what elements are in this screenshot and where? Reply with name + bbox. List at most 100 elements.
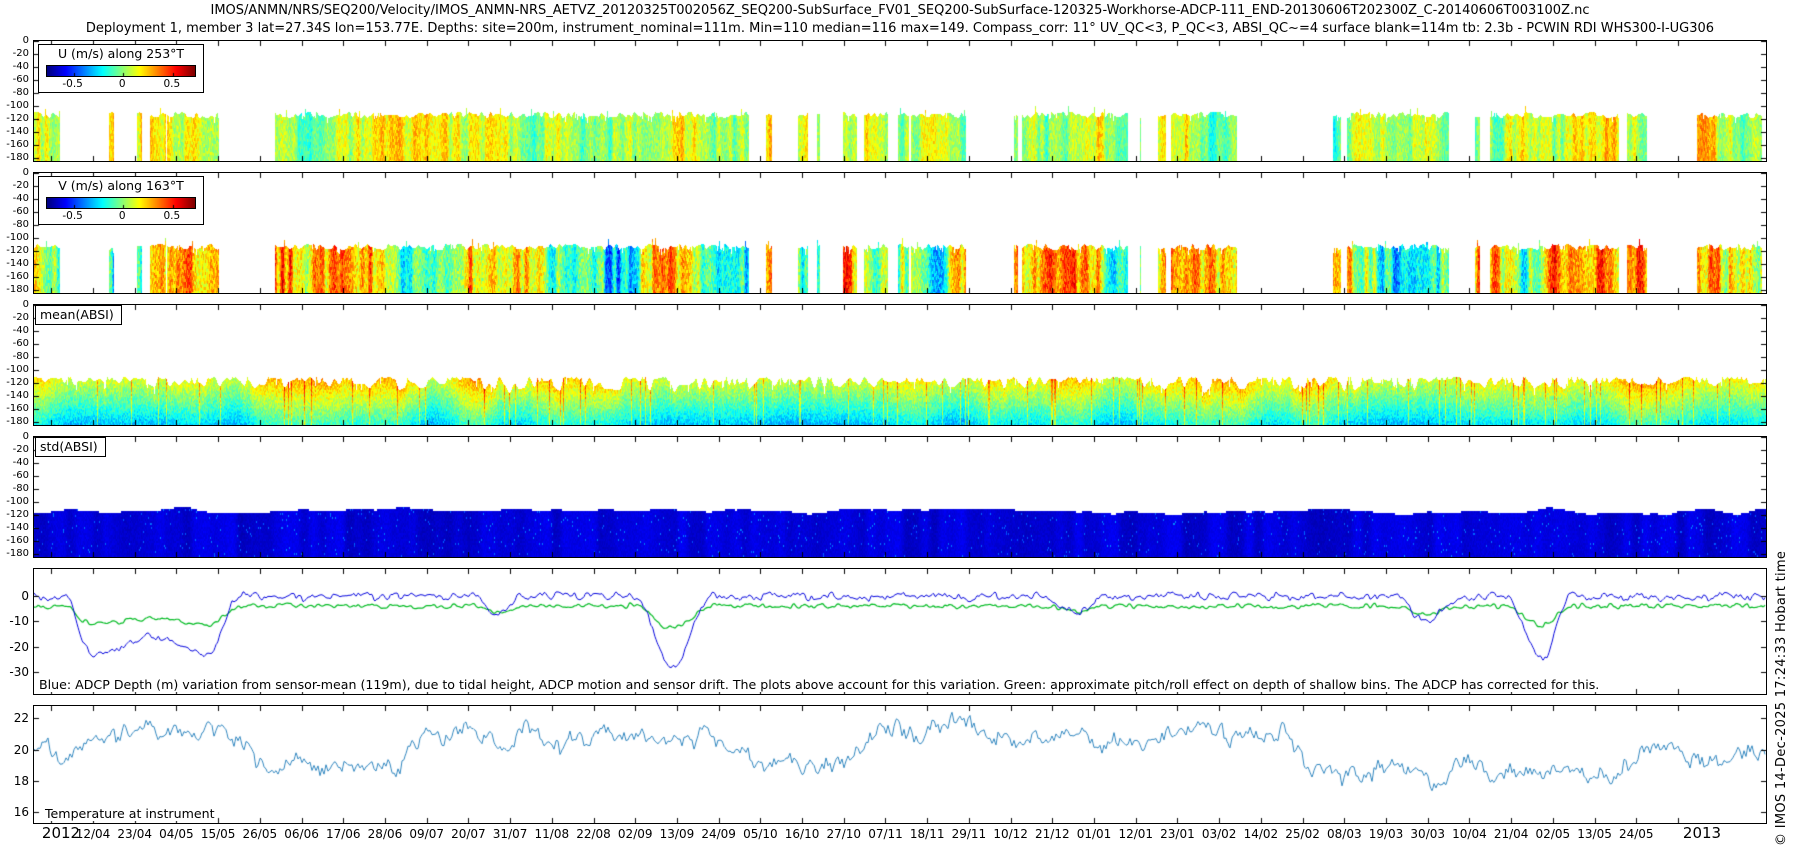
- std-absi-heatmap-canvas: [34, 437, 1766, 557]
- colorbar-tick-label: 0.5: [163, 78, 180, 90]
- x-date-label: 08/03: [1327, 827, 1362, 841]
- colorbar-tick-label: 0.5: [163, 210, 180, 222]
- y-tick-label: -10: [9, 616, 29, 626]
- y-tick-label: -180: [6, 153, 29, 163]
- x-date-label: 20/07: [451, 827, 486, 841]
- figure-title-line1: IMOS/ANMN/NRS/SEQ200/Velocity/IMOS_ANMN-…: [0, 3, 1800, 18]
- u-velocity-heatmap-canvas: [34, 41, 1766, 161]
- y-tick-label: -60: [13, 471, 29, 481]
- figure-subtitle-line2: Deployment 1, member 3 lat=27.34S lon=15…: [0, 21, 1800, 36]
- colorbar-tick-label: 0: [119, 78, 126, 90]
- colorbar-tick-label: -0.5: [62, 78, 83, 90]
- y-tick-label: 0: [21, 591, 29, 601]
- x-date-label: 19/03: [1369, 827, 1404, 841]
- y-tick-label: 0: [23, 36, 29, 46]
- x-date-label: 04/05: [159, 827, 194, 841]
- y-tick-label: 0: [23, 432, 29, 442]
- y-tick-label: -120: [6, 510, 29, 520]
- temperature-label: Temperature at instrument: [45, 806, 215, 821]
- x-date-label: 22/08: [576, 827, 611, 841]
- y-tick-label: -140: [6, 127, 29, 137]
- y-tick-label: -120: [6, 378, 29, 388]
- x-date-label: 13/09: [660, 827, 695, 841]
- x-date-label: 13/05: [1577, 827, 1612, 841]
- u-colorbar-tick-labels: -0.5 0 0.5: [46, 78, 194, 90]
- panel-mean-absi: mean(ABSI): [33, 304, 1767, 426]
- y-axis-label-column: 22201816: [0, 705, 31, 822]
- y-tick-label: -80: [13, 88, 29, 98]
- y-axis-label-column: 0-20-40-60-80-100-120-140-160-180: [0, 40, 31, 160]
- panel-std-absi: std(ABSI): [33, 436, 1767, 558]
- x-date-label: 30/03: [1410, 827, 1445, 841]
- y-tick-label: -60: [13, 207, 29, 217]
- copyright-watermark: © IMOS 14-Dec-2025 17:24:33 Hobart time: [1774, 551, 1789, 846]
- adcp-depth-caption: Blue: ADCP Depth (m) variation from sens…: [39, 677, 1599, 692]
- y-tick-label: -180: [6, 285, 29, 295]
- y-tick-label: -40: [13, 194, 29, 204]
- y-axis-label-column: 0-20-40-60-80-100-120-140-160-180: [0, 172, 31, 292]
- y-tick-label: -160: [6, 536, 29, 546]
- v-legend-title: V (m/s) along 163°T: [39, 178, 203, 193]
- x-date-label: 23/01: [1160, 827, 1195, 841]
- u-colorbar: [46, 65, 196, 77]
- x-date-label: 06/06: [284, 827, 319, 841]
- x-date-label: 12/04: [76, 827, 111, 841]
- y-tick-label: -120: [6, 114, 29, 124]
- x-date-label: 01/01: [1077, 827, 1112, 841]
- y-tick-label: -20: [13, 313, 29, 323]
- x-date-label: 12/01: [1118, 827, 1153, 841]
- mean-absi-heatmap-canvas: [34, 305, 1766, 425]
- y-tick-label: -160: [6, 404, 29, 414]
- panel-adcp-depth-variation: Blue: ADCP Depth (m) variation from sens…: [33, 568, 1767, 695]
- mean-absi-label: mean(ABSI): [35, 305, 122, 325]
- year-label-end: 2013: [1683, 824, 1721, 842]
- y-tick-label: -30: [9, 667, 29, 677]
- y-tick-label: -180: [6, 549, 29, 559]
- x-date-label: 15/05: [201, 827, 236, 841]
- y-tick-label: -180: [6, 417, 29, 427]
- x-date-label: 07/11: [868, 827, 903, 841]
- x-date-label: 24/05: [1619, 827, 1654, 841]
- y-tick-label: 0: [23, 300, 29, 310]
- x-date-label: 24/09: [701, 827, 736, 841]
- figure-root: IMOS/ANMN/NRS/SEQ200/Velocity/IMOS_ANMN-…: [0, 0, 1800, 850]
- y-axis-label-column: 0-20-40-60-80-100-120-140-160-180: [0, 436, 31, 556]
- u-legend-title: U (m/s) along 253°T: [39, 46, 203, 61]
- std-absi-label: std(ABSI): [35, 437, 106, 457]
- y-tick-label: 22: [14, 713, 29, 723]
- y-tick-label: -80: [13, 220, 29, 230]
- y-tick-label: -140: [6, 523, 29, 533]
- y-tick-label: 18: [14, 776, 29, 786]
- y-tick-label: -100: [6, 365, 29, 375]
- y-tick-label: -100: [6, 101, 29, 111]
- panel-temperature: Temperature at instrument: [33, 705, 1767, 824]
- panel-v-velocity: V (m/s) along 163°T -0.5 0 0.5: [33, 172, 1767, 294]
- year-label-start: 2012: [42, 824, 80, 842]
- u-colorbar-legend: U (m/s) along 253°T -0.5 0 0.5: [38, 44, 204, 93]
- y-tick-label: 0: [23, 168, 29, 178]
- y-tick-label: -20: [9, 642, 29, 652]
- v-colorbar: [46, 197, 196, 209]
- y-tick-label: -120: [6, 246, 29, 256]
- y-tick-label: -20: [13, 49, 29, 59]
- panel-u-velocity: U (m/s) along 253°T -0.5 0 0.5: [33, 40, 1767, 162]
- x-date-label: 18/11: [910, 827, 945, 841]
- adcp-depth-lines-canvas: [34, 569, 1766, 694]
- x-date-label: 05/10: [743, 827, 778, 841]
- x-date-label: 25/02: [1285, 827, 1320, 841]
- y-tick-label: -80: [13, 352, 29, 362]
- y-tick-label: -40: [13, 62, 29, 72]
- y-axis-label-column: 0-20-40-60-80-100-120-140-160-180: [0, 304, 31, 424]
- x-date-label: 02/09: [618, 827, 653, 841]
- x-date-label: 21/04: [1494, 827, 1529, 841]
- y-tick-label: -140: [6, 391, 29, 401]
- x-date-label: 16/10: [785, 827, 820, 841]
- colorbar-tick-label: 0: [119, 210, 126, 222]
- x-axis-date-labels: 12/0423/0404/0515/0526/0506/0617/0628/06…: [0, 827, 1800, 845]
- y-tick-label: 16: [14, 807, 29, 817]
- y-tick-label: -20: [13, 181, 29, 191]
- x-date-label: 11/08: [535, 827, 570, 841]
- y-tick-label: -100: [6, 233, 29, 243]
- x-date-label: 29/11: [952, 827, 987, 841]
- y-tick-label: -40: [13, 326, 29, 336]
